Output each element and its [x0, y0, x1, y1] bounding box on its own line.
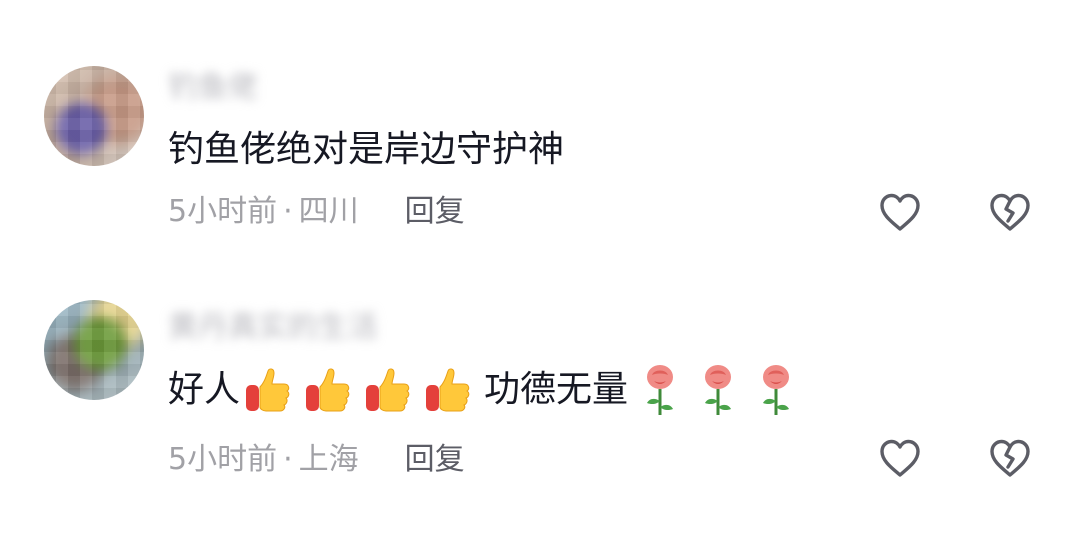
- avatar[interactable]: [44, 66, 144, 166]
- comment-username[interactable]: 钓鱼佬: [168, 68, 258, 108]
- rose-emoji: [647, 365, 674, 415]
- broken-heart-icon: [990, 439, 1030, 477]
- dislike-button[interactable]: [986, 188, 1034, 236]
- thumbs-up-emoji: [246, 368, 290, 412]
- comment-username[interactable]: 黄丹真实的生活: [168, 308, 378, 348]
- reply-button[interactable]: 回复: [405, 192, 465, 232]
- rose-emoji-group: [634, 363, 808, 417]
- thumbs-up-emoji: [366, 368, 410, 412]
- comment-location: 四川: [298, 194, 359, 229]
- rose-emoji: [763, 365, 790, 415]
- comment-time: 5小时前: [168, 194, 278, 229]
- comment-text-part: 功德无量: [484, 369, 629, 410]
- comment-text: 好人 功德无量: [168, 364, 808, 416]
- comment-location: 上海: [298, 442, 359, 477]
- comment-meta: 5小时前 · 上海 回复: [168, 440, 465, 480]
- comment-text: 钓鱼佬绝对是岸边守护神: [168, 124, 564, 176]
- like-button[interactable]: [876, 434, 924, 482]
- thumbs-up-emoji: [306, 368, 350, 412]
- comment-item: 黄丹真实的生活 好人 功德无量 5小时前 · 上海 回复: [0, 300, 1080, 540]
- reply-button[interactable]: 回复: [405, 440, 465, 480]
- broken-heart-icon: [990, 193, 1030, 231]
- comment-text-content: 钓鱼佬绝对是岸边守护神: [168, 129, 565, 170]
- meta-separator: ·: [283, 442, 293, 477]
- rose-emoji: [705, 365, 732, 415]
- dislike-button[interactable]: [986, 434, 1034, 482]
- comment-time: 5小时前: [168, 442, 278, 477]
- avatar[interactable]: [44, 300, 144, 400]
- heart-outline-icon: [880, 439, 920, 477]
- comment-meta: 5小时前 · 四川 回复: [168, 192, 465, 232]
- meta-separator: ·: [283, 194, 293, 229]
- thumbs-up-emoji: [426, 368, 470, 412]
- like-button[interactable]: [876, 188, 924, 236]
- heart-outline-icon: [880, 193, 920, 231]
- comment-item: 钓鱼佬 钓鱼佬绝对是岸边守护神 5小时前 · 四川 回复: [0, 60, 1080, 300]
- thumbs-up-emoji-group: [244, 365, 484, 415]
- comment-text-part: 好人: [168, 369, 241, 410]
